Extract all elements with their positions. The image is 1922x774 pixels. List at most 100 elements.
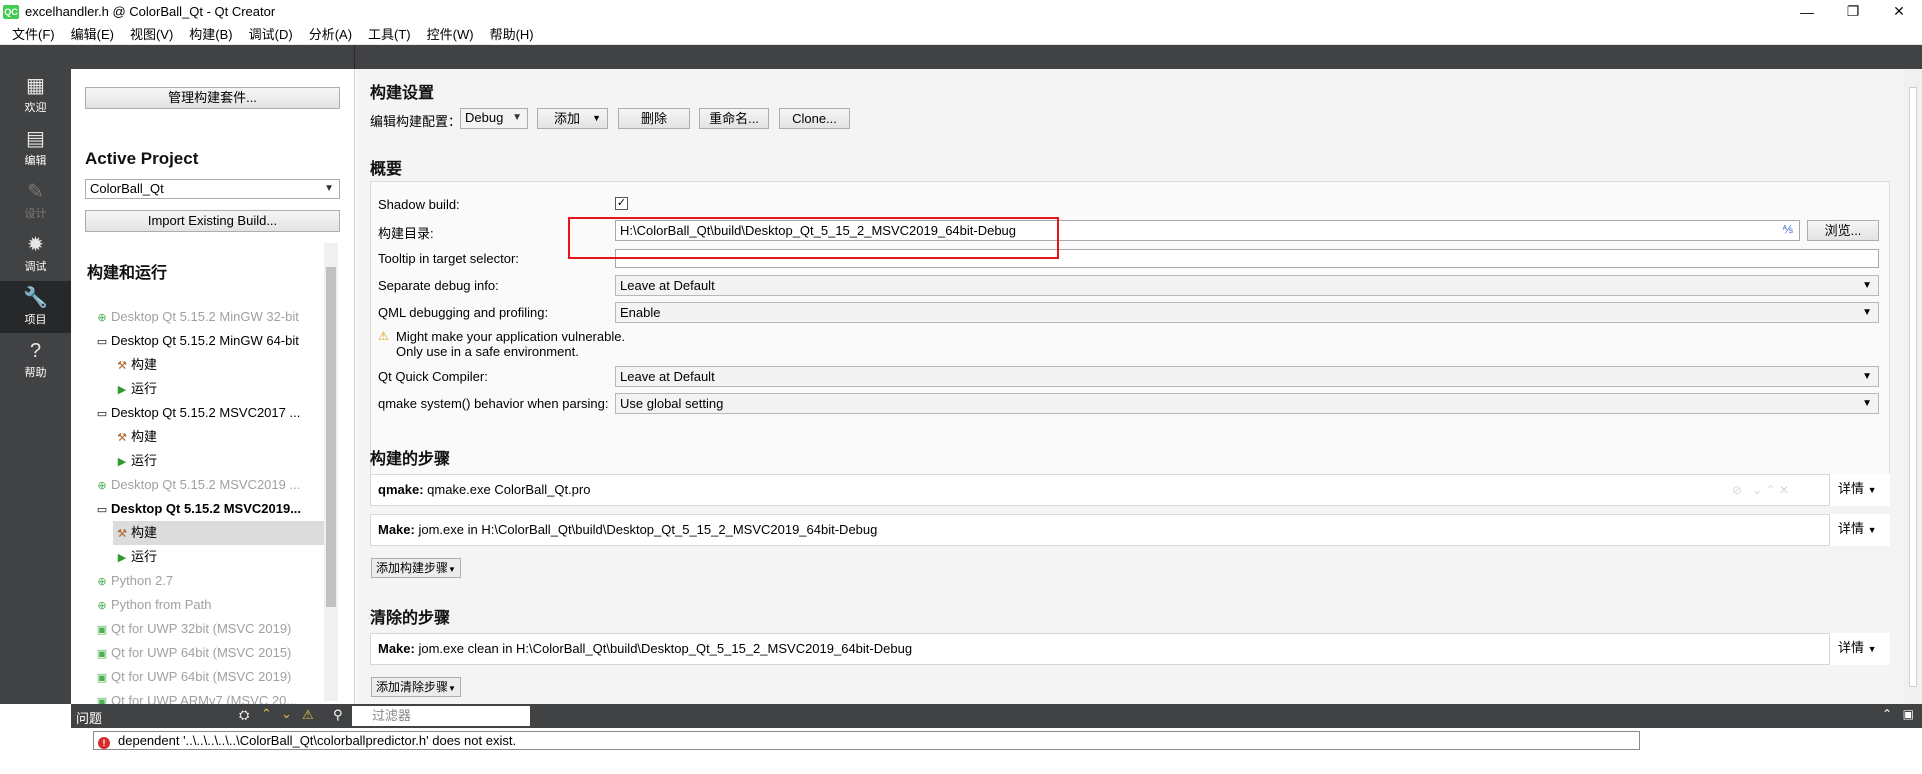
build-settings-pane: 构建设置 编辑构建配置： Debug ▼ 添加 ▼ 删除 重命名... Clon… [356,69,1904,704]
add-build-step-label: 添加构建步骤 [376,561,449,575]
kit-tree-label: 构建 [131,357,158,372]
variables-icon[interactable]: ⅍ [1783,221,1793,240]
issues-title: 问题 [76,711,103,726]
mode-debug[interactable]: ✹ 调试 [0,228,71,280]
build-step-qmake-details[interactable]: 详情 ▼ [1829,474,1890,506]
add-config-button[interactable]: 添加 ▼ [537,108,608,129]
close-button[interactable]: ✕ [1876,0,1922,23]
kit-tree-item[interactable]: ⊕ Python 2.7 [93,569,324,593]
clean-step-make[interactable]: Make: jom.exe clean in H:\ColorBall_Qt\b… [370,633,1890,665]
kit-tree-item[interactable]: ▭ Desktop Qt 5.15.2 MinGW 64-bit [93,329,324,353]
build-step-make[interactable]: Make: jom.exe in H:\ColorBall_Qt\build\D… [370,514,1890,546]
kit-tree-item[interactable]: ▣ Qt for UWP 64bit (MSVC 2015) [93,641,324,665]
mode-projects[interactable]: 🔧 项目 [0,281,71,333]
kit-icon: ▣ [96,648,108,660]
kit-tree-item[interactable]: ▶ 运行 [113,377,324,401]
step-detail: jom.exe in H:\ColorBall_Qt\build\Desktop… [418,522,878,537]
kit-tree-item[interactable]: ▭ Desktop Qt 5.15.2 MSVC2019... [93,497,324,521]
menu-file[interactable]: 文件(F) [4,24,63,43]
kit-tree-label: Desktop Qt 5.15.2 MSVC2017 ... [111,405,301,420]
issues-filter-input[interactable]: 过滤器 [352,706,530,726]
mode-design[interactable]: ✎ 设计 [0,175,71,227]
clean-icon[interactable]: ⛭ [239,707,249,723]
build-step-qmake[interactable]: qmake: qmake.exe ColorBall_Qt.pro ⊘ ⌄ ⌃ … [370,474,1890,506]
mode-welcome[interactable]: ▦ 欢迎 [0,69,71,121]
chevron-down-icon[interactable]: ⌄ [281,706,292,722]
window-title: excelhandler.h @ ColorBall_Qt - Qt Creat… [25,4,276,19]
kit-tree-item[interactable]: ▭ Desktop Qt 5.15.2 MSVC2017 ... [93,401,324,425]
kit-tree-item[interactable]: ⚒ 构建 [113,353,324,377]
maximize-pane-icon[interactable]: ⌃ [1882,707,1892,721]
clean-step-make-details[interactable]: 详情 ▼ [1829,633,1890,665]
main-scrollbar[interactable] [1904,69,1922,704]
chevron-down-icon: ▼ [1862,280,1872,291]
add-clean-step-label: 添加清除步骤 [376,680,449,694]
kit-tree-label: 运行 [131,381,158,396]
kit-tree-item[interactable]: ▶ 运行 [113,545,324,569]
issue-row[interactable]: ! dependent '..\..\..\..\..\ColorBall_Qt\… [93,731,1640,750]
warning-filter-icon[interactable]: ⚠ [302,707,314,723]
chevron-down-icon: ▼ [1862,371,1872,382]
kit-tree-item[interactable]: ⚒ 构建 [113,521,324,545]
menu-view[interactable]: 视图(V) [122,24,181,43]
chevron-up-icon[interactable]: ⌃ [261,706,272,722]
qml-debug-select[interactable]: Enable ▼ [615,302,1879,323]
chevron-down-icon: ▼ [324,183,334,194]
mode-label: 编辑 [24,155,47,167]
filter-icon[interactable]: ⚲ [333,707,343,723]
caret-down-icon: ▼ [1867,644,1877,654]
clone-config-button[interactable]: Clone... [779,108,850,129]
close-pane-icon[interactable]: ▣ [1903,707,1914,721]
minimize-button[interactable]: — [1784,0,1830,23]
kit-tree-label: Qt for UWP 64bit (MSVC 2019) [111,669,292,684]
kit-tree-item[interactable]: ⊕ Python from Path [93,593,324,617]
hammer-icon: ⚒ [117,432,127,444]
browse-button[interactable]: 浏览... [1807,220,1879,241]
qt-creator-icon: QC [3,4,19,19]
kit-tree-label: Desktop Qt 5.15.2 MinGW 32-bit [111,309,299,324]
kit-tree-item[interactable]: ▣ Qt for UWP 32bit (MSVC 2019) [93,617,324,641]
nav-scrollbar[interactable] [324,243,338,701]
menu-help[interactable]: 帮助(H) [482,24,542,43]
import-build-button[interactable]: Import Existing Build... [85,210,340,232]
kit-tree-label: 运行 [131,549,158,564]
qtquick-compiler-select[interactable]: Leave at Default ▼ [615,366,1879,387]
kit-tree-item[interactable]: ⊕ Desktop Qt 5.15.2 MSVC2019 ... [93,473,324,497]
step-detail: jom.exe clean in H:\ColorBall_Qt\build\D… [418,641,913,656]
mode-help[interactable]: ? 帮助 [0,334,71,386]
restore-button[interactable]: ❐ [1830,0,1876,23]
toolbar-strip [0,45,1922,69]
rename-config-button[interactable]: 重命名... [699,108,769,129]
details-label: 详情 [1838,521,1865,536]
menu-tools[interactable]: 工具(T) [360,24,419,43]
add-build-step-button[interactable]: 添加构建步骤▼ [371,558,461,578]
qmake-system-select[interactable]: Use global setting ▼ [615,393,1879,414]
kit-tree-label: Desktop Qt 5.15.2 MSVC2019 ... [111,477,301,492]
help-icon: ? [29,340,42,362]
menu-analyze[interactable]: 分析(A) [301,24,360,43]
menu-edit[interactable]: 编辑(E) [63,24,122,43]
build-step-make-details[interactable]: 详情 ▼ [1829,514,1890,546]
menu-build[interactable]: 构建(B) [181,24,240,43]
sep-debug-select[interactable]: Leave at Default ▼ [615,275,1879,296]
plus-icon: ⊕ [97,600,107,612]
add-clean-step-button[interactable]: 添加清除步骤▼ [371,677,461,697]
config-combo[interactable]: Debug ▼ [460,108,528,129]
kit-tree-item[interactable]: ▶ 运行 [113,449,324,473]
step-controls-icon[interactable]: ⊘ ⌄ ⌃ ✕ [1732,475,1789,505]
title-bar: QC excelhandler.h @ ColorBall_Qt - Qt Cr… [0,0,1922,23]
kit-tree-label: 运行 [131,453,158,468]
kit-tree-item[interactable]: ⚒ 构建 [113,425,324,449]
mode-edit[interactable]: ▤ 编辑 [0,122,71,174]
caret-down-icon: ▼ [448,565,456,574]
kit-tree-label: Desktop Qt 5.15.2 MSVC2019... [111,501,302,516]
edit-icon: ▤ [26,128,45,150]
kit-tree-item[interactable]: ▣ Qt for UWP 64bit (MSVC 2019) [93,665,324,689]
menu-debug[interactable]: 调试(D) [241,24,301,43]
kit-tree-item[interactable]: ⊕ Desktop Qt 5.15.2 MinGW 32-bit [93,305,324,329]
menu-controls[interactable]: 控件(W) [419,24,482,43]
active-project-combo[interactable]: ColorBall_Qt ▼ [85,179,340,199]
shadow-build-checkbox[interactable]: ✓ [615,197,628,210]
manage-kits-button[interactable]: 管理构建套件... [85,87,340,109]
delete-config-button[interactable]: 删除 [618,108,690,129]
